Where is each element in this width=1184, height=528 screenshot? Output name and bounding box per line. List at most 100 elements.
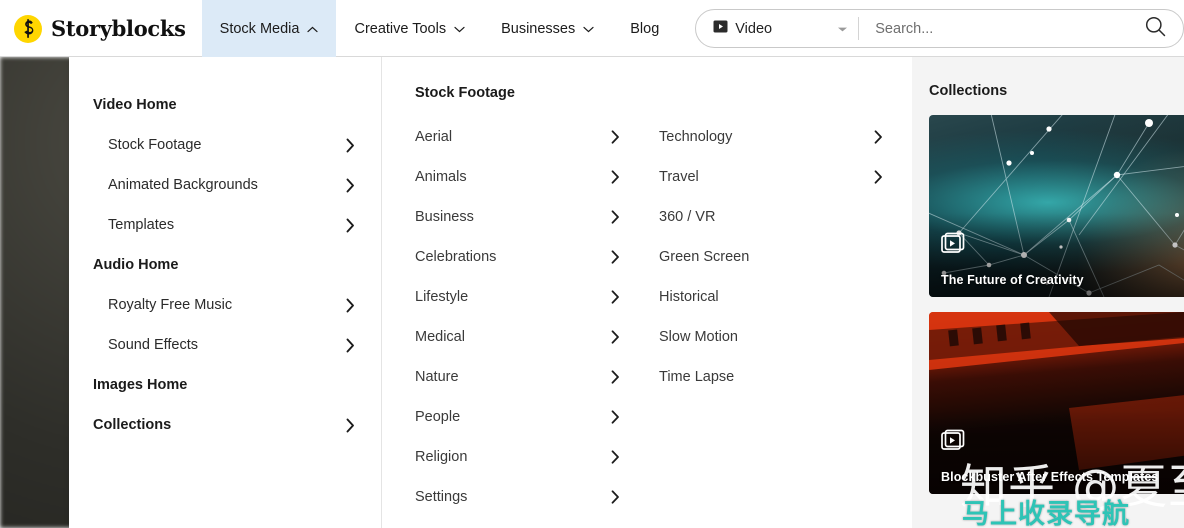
nav-item-label: Creative Tools bbox=[354, 20, 447, 37]
categories-grid: Aerial Animals Business Celebrations Lif… bbox=[382, 117, 912, 517]
categories-title: Stock Footage bbox=[415, 85, 515, 101]
category-historical[interactable]: Historical bbox=[645, 277, 907, 317]
category-travel[interactable]: Travel bbox=[645, 157, 907, 197]
search-button[interactable] bbox=[1137, 16, 1183, 42]
category-technology[interactable]: Technology bbox=[645, 117, 907, 157]
chevron-right-icon bbox=[346, 298, 355, 313]
category-animals[interactable]: Animals bbox=[382, 157, 644, 197]
chevron-right-icon bbox=[346, 138, 355, 153]
category-label: 360 / VR bbox=[659, 209, 716, 225]
menu-item-collections[interactable]: Collections bbox=[69, 405, 381, 445]
nav-item-blog[interactable]: Blog bbox=[612, 0, 677, 57]
category-360-vr[interactable]: 360 / VR bbox=[645, 197, 907, 237]
category-label: Historical bbox=[659, 289, 719, 305]
menu-item-royalty-free-music[interactable]: Royalty Free Music bbox=[69, 285, 381, 325]
category-religion[interactable]: Religion bbox=[382, 437, 644, 477]
menu-item-animated-backgrounds[interactable]: Animated Backgrounds bbox=[69, 165, 381, 205]
chevron-right-icon bbox=[346, 218, 355, 233]
category-label: Settings bbox=[415, 489, 468, 505]
menu-item-images-home[interactable]: Images Home bbox=[69, 365, 381, 405]
category-settings[interactable]: Settings bbox=[382, 477, 644, 517]
category-label: Slow Motion bbox=[659, 329, 738, 345]
chevron-right-icon bbox=[611, 410, 620, 424]
chevron-right-icon bbox=[611, 370, 620, 384]
category-label: Technology bbox=[659, 129, 733, 145]
category-people[interactable]: People bbox=[382, 397, 644, 437]
chevron-right-icon bbox=[611, 130, 620, 144]
brand-logo[interactable]: Storyblocks bbox=[0, 0, 202, 57]
category-label: Travel bbox=[659, 169, 699, 185]
search-input[interactable] bbox=[859, 20, 1137, 37]
site-header: Storyblocks Stock Media Creative Tools B… bbox=[0, 0, 1184, 57]
chevron-right-icon bbox=[346, 338, 355, 353]
category-medical[interactable]: Medical bbox=[382, 317, 644, 357]
category-label: Nature bbox=[415, 369, 459, 385]
category-lifestyle[interactable]: Lifestyle bbox=[382, 277, 644, 317]
chevron-down-icon bbox=[837, 20, 848, 38]
category-nature[interactable]: Nature bbox=[382, 357, 644, 397]
chevron-right-icon bbox=[346, 418, 355, 433]
category-label: Green Screen bbox=[659, 249, 750, 265]
menu-item-label: Animated Backgrounds bbox=[108, 177, 258, 193]
category-slow-motion[interactable]: Slow Motion bbox=[645, 317, 907, 357]
main-nav: Stock Media Creative Tools Businesses Bl… bbox=[201, 0, 678, 57]
chevron-right-icon bbox=[874, 130, 883, 144]
category-label: Aerial bbox=[415, 129, 453, 145]
chevron-right-icon bbox=[611, 210, 620, 224]
category-time-lapse[interactable]: Time Lapse bbox=[645, 357, 907, 397]
menu-item-label: Royalty Free Music bbox=[108, 297, 233, 313]
chevron-right-icon bbox=[346, 178, 355, 193]
nav-item-stock-media[interactable]: Stock Media bbox=[201, 0, 337, 57]
nav-item-creative-tools[interactable]: Creative Tools bbox=[336, 0, 483, 57]
brand-name: Storyblocks bbox=[51, 16, 186, 41]
media-type-value: Video bbox=[735, 20, 773, 37]
category-label: Lifestyle bbox=[415, 289, 469, 305]
menu-item-sound-effects[interactable]: Sound Effects bbox=[69, 325, 381, 365]
collection-card[interactable]: The Future of Creativity bbox=[929, 115, 1184, 297]
collection-card-title: The Future of Creativity bbox=[941, 273, 1084, 287]
category-business[interactable]: Business bbox=[382, 197, 644, 237]
chevron-down-icon bbox=[583, 21, 594, 37]
chevron-right-icon bbox=[611, 330, 620, 344]
mega-primary-column: Video Home Stock Footage Animated Backgr… bbox=[69, 57, 382, 528]
category-label: Time Lapse bbox=[659, 369, 735, 385]
menu-item-video-home[interactable]: Video Home bbox=[69, 85, 381, 125]
nav-item-label: Businesses bbox=[501, 20, 576, 37]
menu-item-templates[interactable]: Templates bbox=[69, 205, 381, 245]
chevron-right-icon bbox=[874, 170, 883, 184]
chevron-right-icon bbox=[611, 290, 620, 304]
chevron-right-icon bbox=[611, 170, 620, 184]
menu-item-label: Stock Footage bbox=[108, 137, 202, 153]
category-label: Business bbox=[415, 209, 474, 225]
category-label: Religion bbox=[415, 449, 468, 465]
category-celebrations[interactable]: Celebrations bbox=[382, 237, 644, 277]
nav-item-label: Stock Media bbox=[219, 20, 300, 37]
search-icon bbox=[1145, 16, 1166, 42]
video-stack-icon bbox=[941, 232, 966, 261]
menu-item-label: Video Home bbox=[93, 97, 177, 113]
collection-card[interactable]: Blockbuster After Effects Templates bbox=[929, 312, 1184, 494]
mega-categories-column: Stock Footage Aerial Animals Business Ce… bbox=[382, 57, 912, 528]
menu-item-audio-home[interactable]: Audio Home bbox=[69, 245, 381, 285]
search-bar: Video bbox=[695, 9, 1184, 48]
categories-column-1: Aerial Animals Business Celebrations Lif… bbox=[382, 117, 644, 517]
menu-item-label: Collections bbox=[93, 417, 172, 433]
category-label: Medical bbox=[415, 329, 465, 345]
page-root: Storyblocks Stock Media Creative Tools B… bbox=[0, 0, 1184, 528]
category-label: Celebrations bbox=[415, 249, 497, 265]
category-label: Animals bbox=[415, 169, 467, 185]
chevron-up-icon bbox=[307, 21, 319, 37]
category-aerial[interactable]: Aerial bbox=[382, 117, 644, 157]
menu-item-label: Images Home bbox=[93, 377, 188, 393]
menu-item-label: Sound Effects bbox=[108, 337, 199, 353]
collections-title: Collections bbox=[929, 83, 1008, 99]
category-green-screen[interactable]: Green Screen bbox=[645, 237, 907, 277]
category-label: People bbox=[415, 409, 461, 425]
video-stack-icon bbox=[941, 429, 966, 458]
nav-item-businesses[interactable]: Businesses bbox=[483, 0, 612, 57]
media-type-select[interactable]: Video bbox=[696, 10, 858, 47]
stock-media-mega-menu: Video Home Stock Footage Animated Backgr… bbox=[69, 57, 1184, 528]
collection-card-title: Blockbuster After Effects Templates bbox=[941, 470, 1159, 484]
menu-item-stock-footage[interactable]: Stock Footage bbox=[69, 125, 381, 165]
chevron-right-icon bbox=[611, 450, 620, 464]
